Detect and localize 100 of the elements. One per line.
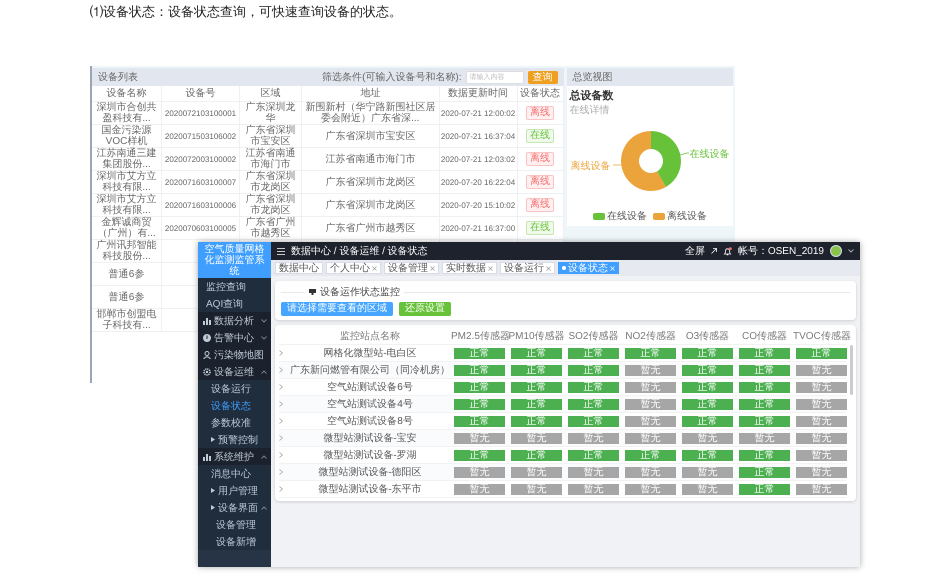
column-header: SO2传感器 bbox=[567, 330, 620, 343]
close-icon[interactable] bbox=[546, 266, 551, 270]
close-icon[interactable] bbox=[372, 266, 377, 270]
table-cell: 广东省深圳市龙岗区 bbox=[325, 176, 416, 188]
menu-item[interactable]: 监控查询 bbox=[198, 278, 271, 295]
status-chip: 正常 bbox=[568, 364, 619, 376]
status-chip: 正常 bbox=[682, 348, 733, 358]
table-cell: 普通6参 bbox=[108, 268, 144, 280]
menu-item[interactable]: 设备新增 bbox=[198, 533, 271, 550]
table-cell: 2020-07-21 16:37:04 bbox=[440, 132, 516, 140]
status-chip: 正常 bbox=[511, 382, 562, 392]
status-tag: 在线 bbox=[526, 221, 554, 235]
table-cell-text: 国金污染源VOC样机 bbox=[100, 125, 152, 147]
page-tab[interactable]: 个人中心 bbox=[326, 262, 381, 274]
column-header: 设备号 bbox=[186, 88, 216, 99]
card-title: 设备运作状态监控 bbox=[320, 286, 400, 299]
table-cell-text: 江苏省南通市海门市 bbox=[244, 148, 296, 170]
status-chip: 暂无 bbox=[625, 484, 676, 494]
status-chip: 正常 bbox=[739, 398, 790, 410]
close-icon[interactable] bbox=[430, 266, 435, 270]
menu-group[interactable]: 设备运维 bbox=[198, 363, 271, 380]
site-name: 微型站测试设备-德阳区 bbox=[317, 466, 423, 479]
table-cell: 2020071603100007 bbox=[164, 178, 236, 186]
table-cell: 江苏省南通市海门市 bbox=[325, 154, 416, 164]
menu-item[interactable]: AQI查询 bbox=[198, 295, 271, 312]
status-tag: 离线 bbox=[526, 198, 554, 212]
chevron-down-icon bbox=[261, 336, 267, 340]
table-cell-text: 广东深圳龙华 bbox=[244, 102, 296, 124]
expand-chevron-icon[interactable] bbox=[279, 452, 283, 458]
status-chip: 正常 bbox=[682, 364, 733, 376]
site-name: 空气站测试设备4号 bbox=[326, 398, 414, 411]
menu-item[interactable]: 设备运行 bbox=[198, 380, 271, 397]
expand-arrow-icon[interactable] bbox=[710, 248, 717, 254]
expand-chevron-icon[interactable] bbox=[279, 418, 283, 424]
page-tab[interactable]: 数据中心 bbox=[275, 262, 323, 274]
avatar[interactable] bbox=[830, 245, 842, 257]
status-chip: 正常 bbox=[568, 398, 619, 410]
menu-item[interactable]: 消息中心 bbox=[198, 465, 271, 482]
menu-group[interactable]: 数据分析 bbox=[198, 312, 271, 329]
page-tab[interactable]: 设备管理 bbox=[384, 262, 439, 274]
table-cell-text: 广州讯邦智能科技股份... bbox=[96, 240, 158, 262]
chevron-up-icon bbox=[261, 454, 267, 458]
expand-chevron-icon[interactable] bbox=[279, 367, 283, 373]
status-chip: 正常 bbox=[625, 348, 676, 358]
status-tag: 离线 bbox=[526, 106, 554, 120]
chart-subtitle: 在线详情 bbox=[568, 104, 611, 117]
table-cell-text: 新围新村（华宁路新围社区居委会附近）广东省深... bbox=[304, 102, 436, 124]
expand-chevron-icon[interactable] bbox=[279, 350, 283, 356]
status-chip: 暂无 bbox=[682, 432, 733, 444]
menu-item[interactable]: 设备管理 bbox=[198, 516, 271, 533]
menu-group[interactable]: 设备界面 bbox=[198, 499, 271, 516]
scrollbar-thumb[interactable] bbox=[850, 345, 853, 395]
menu-group[interactable]: 系统维护 bbox=[198, 448, 271, 465]
expand-chevron-icon[interactable] bbox=[279, 384, 283, 390]
table-cell-text: 金辉诚商贸（广州）有... bbox=[96, 217, 157, 239]
status-chip: 暂无 bbox=[796, 450, 847, 460]
column-header: 设备名称 bbox=[106, 88, 146, 99]
menu-item[interactable]: 污染物地图 bbox=[198, 346, 271, 363]
status-chip: 暂无 bbox=[625, 364, 676, 376]
page-tab[interactable]: 设备运行 bbox=[500, 262, 555, 274]
menu-icon[interactable] bbox=[277, 248, 285, 254]
legend-label: 在线设备 bbox=[606, 210, 647, 223]
chevron-down-icon bbox=[261, 318, 267, 322]
panel-title: 设备列表 bbox=[98, 70, 139, 84]
menu-group[interactable]: 告警中心 bbox=[198, 329, 271, 346]
close-icon[interactable] bbox=[488, 266, 493, 270]
bell-icon[interactable] bbox=[722, 246, 732, 256]
menu-item[interactable]: 参数校准 bbox=[198, 414, 271, 431]
leader-line bbox=[612, 164, 621, 166]
status-chip: 正常 bbox=[454, 382, 505, 392]
page-tab[interactable]: 实时数据 bbox=[442, 262, 497, 274]
status-chip: 暂无 bbox=[454, 466, 505, 478]
status-chip: 正常 bbox=[739, 416, 790, 426]
expand-chevron-icon[interactable] bbox=[279, 486, 283, 492]
table-cell: 2020071603100006 bbox=[164, 200, 236, 210]
site-name: 广东新问燃管有限公司（同冷机房） bbox=[289, 364, 451, 377]
status-chip: 正常 bbox=[454, 416, 505, 426]
status-chip: 正常 bbox=[739, 450, 790, 460]
chart-title: 总设备数 bbox=[568, 88, 615, 103]
bar-chart-icon bbox=[203, 316, 211, 324]
status-chip: 正常 bbox=[511, 416, 562, 426]
fullscreen-link[interactable]: 全屏 bbox=[684, 244, 705, 258]
column-header: 设备状态 bbox=[520, 88, 560, 99]
menu-group[interactable]: 用户管理 bbox=[198, 482, 271, 499]
table-cell: 广东省深圳市宝安区 bbox=[325, 130, 416, 142]
menu-group[interactable]: 预警控制 bbox=[198, 431, 271, 448]
site-name: 微型站测试设备-宝安 bbox=[322, 432, 418, 445]
app-title: 空气质量网格化监测监管系统 bbox=[204, 244, 266, 276]
site-name: 网格化微型站-电白区 bbox=[322, 346, 418, 360]
menu-item[interactable]: 设备状态 bbox=[198, 397, 271, 414]
expand-chevron-icon[interactable] bbox=[279, 469, 283, 475]
status-chip: 暂无 bbox=[682, 466, 733, 478]
column-header: 监控站点名称 bbox=[339, 330, 401, 343]
caret-icon bbox=[211, 488, 215, 493]
table-cell-text: 广东省深圳市龙岗区 bbox=[244, 194, 296, 216]
status-tag: 离线 bbox=[526, 152, 554, 166]
expand-chevron-icon[interactable] bbox=[279, 435, 283, 441]
expand-chevron-icon[interactable] bbox=[279, 401, 283, 407]
column-header: 数据更新时间 bbox=[448, 88, 508, 99]
table-cell-text: 深圳市艾方立科技有限... bbox=[96, 194, 158, 216]
